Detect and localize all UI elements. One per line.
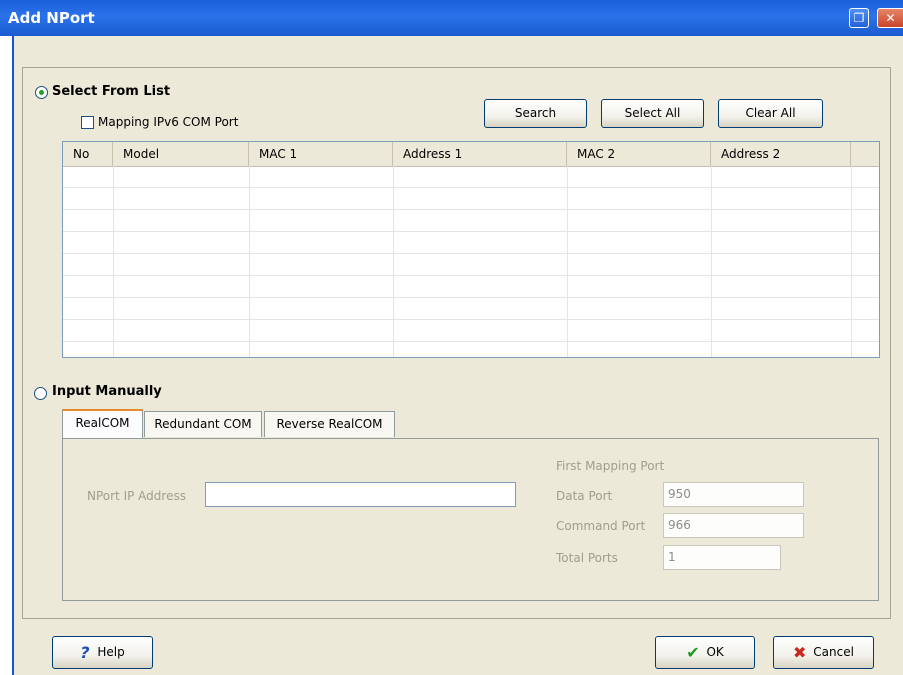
command-port-label: Command Port	[556, 519, 646, 533]
cancel-button-label: Cancel	[813, 645, 854, 659]
column-header-model[interactable]: Model	[113, 142, 249, 166]
close-button[interactable]: ✕	[877, 8, 903, 28]
help-button[interactable]: ? Help	[52, 636, 153, 669]
table-row[interactable]	[63, 210, 879, 232]
column-header-mac-1[interactable]: MAC 1	[249, 142, 393, 166]
total-ports-input[interactable]: 1	[663, 545, 781, 570]
restore-button[interactable]: ❐	[849, 8, 869, 28]
column-divider	[851, 166, 852, 357]
search-button[interactable]: Search	[484, 99, 587, 128]
command-port-input[interactable]: 966	[663, 513, 804, 538]
tab-reverse-realcom[interactable]: Reverse RealCOM	[264, 411, 395, 437]
help-button-label: Help	[97, 645, 125, 659]
column-divider	[113, 166, 114, 357]
data-port-input[interactable]: 950	[663, 482, 804, 507]
close-icon: ✕	[885, 11, 896, 25]
total-ports-label: Total Ports	[556, 551, 618, 565]
window-title: Add NPort	[8, 9, 95, 27]
ok-button-label: OK	[706, 645, 724, 659]
table-row[interactable]	[63, 342, 879, 357]
restore-icon: ❐	[853, 11, 865, 25]
select-from-list-label[interactable]: Select From List	[52, 84, 170, 99]
ok-button[interactable]: ✔ OK	[655, 636, 755, 669]
table-row[interactable]	[63, 254, 879, 276]
checkmark-icon: ✔	[686, 643, 700, 662]
table-row[interactable]	[63, 276, 879, 298]
mapping-ipv6-label[interactable]: Mapping IPv6 COM Port	[98, 115, 238, 129]
device-list-table[interactable]: No Model MAC 1 Address 1 MAC 2 Address 2	[62, 141, 880, 358]
table-row[interactable]	[63, 232, 879, 254]
column-header-mac-2[interactable]: MAC 2	[567, 142, 711, 166]
nport-ip-address-input[interactable]	[205, 482, 516, 507]
table-header: No Model MAC 1 Address 1 MAC 2 Address 2	[63, 142, 879, 167]
input-manually-radio[interactable]	[34, 387, 47, 400]
mapping-ipv6-checkbox[interactable]	[81, 116, 94, 129]
select-all-button[interactable]: Select All	[601, 99, 704, 128]
title-bar[interactable]: Add NPort ❐ ✕	[0, 0, 903, 36]
column-divider	[393, 166, 394, 357]
column-header-address-1[interactable]: Address 1	[393, 142, 567, 166]
table-row[interactable]	[63, 188, 879, 210]
tab-realcom[interactable]: RealCOM	[62, 409, 143, 439]
input-manually-label[interactable]: Input Manually	[52, 384, 162, 399]
question-mark-icon: ?	[80, 643, 90, 662]
column-divider	[567, 166, 568, 357]
nport-ip-address-label: NPort IP Address	[87, 489, 186, 503]
x-mark-icon: ✖	[793, 643, 807, 662]
select-from-list-radio[interactable]	[35, 86, 48, 99]
column-divider	[711, 166, 712, 357]
data-port-label: Data Port	[556, 489, 613, 503]
tab-redundant-com[interactable]: Redundant COM	[144, 411, 262, 437]
clear-all-button[interactable]: Clear All	[718, 99, 823, 128]
column-header-no[interactable]: No	[63, 142, 113, 166]
cancel-button[interactable]: ✖ Cancel	[773, 636, 874, 669]
radio-selected-dot	[39, 90, 44, 95]
table-row[interactable]	[63, 320, 879, 342]
table-row[interactable]	[63, 166, 879, 188]
column-header-address-2[interactable]: Address 2	[711, 142, 851, 166]
column-divider	[249, 166, 250, 357]
first-mapping-port-label: First Mapping Port	[556, 459, 665, 473]
table-row[interactable]	[63, 298, 879, 320]
